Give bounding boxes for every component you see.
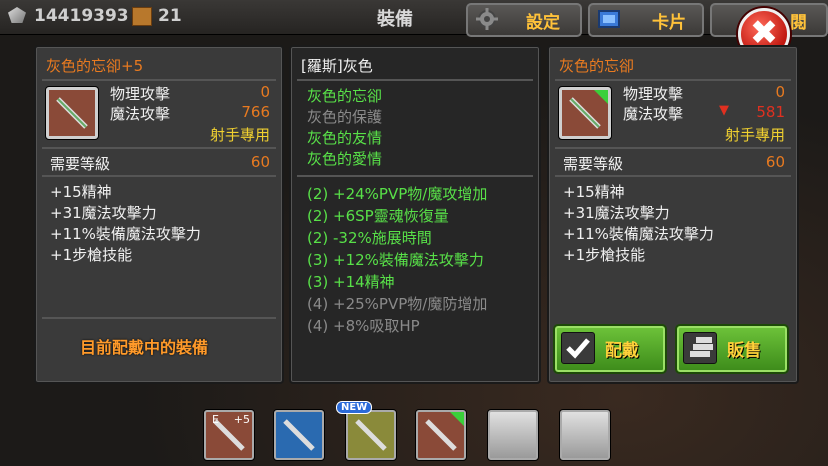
equip-label: 配戴: [605, 341, 639, 361]
magic-attack-label: 魔法攻擊: [110, 105, 171, 123]
stat-line: +11%裝備魔法攻擊力: [50, 225, 201, 243]
stat-line: +11%裝備魔法攻擊力: [563, 225, 714, 243]
set-bonus: (3) +14精神: [307, 273, 395, 291]
inventory-slot-empty[interactable]: [560, 410, 610, 460]
set-bonus: (2) +24%PVP物/魔攻增加: [307, 185, 488, 203]
page-title: 裝備: [377, 9, 413, 30]
set-bonus: (4) +8%吸取HP: [307, 317, 420, 335]
checkmark-icon: [561, 332, 595, 364]
set-bonus: (2) -32%施展時間: [307, 229, 432, 247]
stat-line: +15精神: [50, 183, 112, 201]
divider: [555, 175, 791, 177]
settings-label: 設定: [526, 13, 560, 33]
card-icon: [598, 10, 620, 28]
rifle-icon: [569, 90, 608, 129]
set-item: 灰色的忘卻: [307, 87, 383, 105]
required-level-label: 需要等級: [563, 155, 624, 173]
cards-button[interactable]: 卡片: [588, 3, 704, 37]
set-item: 灰色的愛情: [307, 150, 383, 168]
set-item: 灰色的保護: [307, 108, 383, 126]
class-restriction: 射手專用: [209, 126, 270, 144]
inventory-slot[interactable]: E +5: [204, 410, 254, 460]
stat-line: +1步槍技能: [563, 246, 646, 264]
divider: [42, 79, 276, 81]
phys-attack-value: 0: [775, 83, 785, 101]
item-icon: [559, 87, 611, 139]
gem-icon: [8, 7, 26, 23]
required-level-label: 需要等級: [50, 155, 111, 173]
e-marker: E: [212, 413, 219, 426]
set-bonus: (3) +12%裝備魔法攻擊力: [307, 251, 484, 269]
equipped-banner: 目前配戴中的裝備: [80, 338, 209, 357]
new-badge: NEW: [336, 401, 373, 414]
divider: [555, 79, 791, 81]
class-restriction: 射手專用: [724, 126, 785, 144]
divider: [42, 175, 276, 177]
set-info-panel: [羅斯]灰色 灰色的忘卻 灰色的保護 灰色的友情 灰色的愛情 (2) +24%P…: [289, 45, 541, 384]
set-bonus: (2) +6SP靈魂恢復量: [307, 207, 449, 225]
box-count: 21: [158, 6, 182, 26]
set-item: 灰色的友情: [307, 129, 383, 147]
item-name: 灰色的忘卻: [559, 57, 635, 75]
set-name: [羅斯]灰色: [301, 57, 373, 75]
divider: [42, 147, 276, 149]
item-icon: [46, 87, 98, 139]
decrease-arrow-icon: ▼: [719, 103, 729, 118]
magic-attack-label: 魔法攻擊: [623, 105, 684, 123]
coin-stack-icon: [683, 332, 717, 364]
rifle-icon: [56, 97, 88, 129]
upgrade-badge: +5: [233, 413, 250, 426]
gear-icon: [476, 8, 498, 30]
divider: [297, 79, 533, 81]
phys-attack-label: 物理攻擊: [623, 85, 684, 103]
rifle-icon: [355, 419, 387, 451]
divider: [297, 175, 533, 177]
item-name: 灰色的忘卻+5: [46, 57, 144, 75]
stat-line: +15精神: [563, 183, 625, 201]
magic-attack-value: 766: [241, 103, 270, 121]
inventory-slot[interactable]: [274, 410, 324, 460]
rifle-icon: [425, 412, 464, 451]
phys-attack-label: 物理攻擊: [110, 85, 171, 103]
divider: [555, 147, 791, 149]
required-level-value: 60: [765, 153, 785, 171]
magic-attack-value: 581: [756, 103, 785, 121]
current-item-panel: 灰色的忘卻+5 物理攻擊 0 魔法攻擊 766 射手專用 需要等級 60 +15…: [34, 45, 284, 384]
required-level-value: 60: [250, 153, 270, 171]
top-bar: 14419393 21 裝備 設定 卡片 閱: [0, 0, 828, 37]
coin-count: 14419393: [34, 6, 129, 26]
stat-line: +1步槍技能: [50, 246, 133, 264]
compare-item-panel: 灰色的忘卻 物理攻擊 0 魔法攻擊 ▼ 581 射手專用 需要等級 60 +15…: [547, 45, 799, 384]
treasure-box-icon: [132, 7, 152, 26]
phys-attack-value: 0: [260, 83, 270, 101]
settings-button[interactable]: 設定: [466, 3, 582, 37]
tab3-label: 閱: [790, 13, 807, 33]
equip-button[interactable]: 配戴: [553, 324, 667, 374]
divider: [42, 317, 276, 319]
inventory-slot-empty[interactable]: [488, 410, 538, 460]
set-bonus: (4) +25%PVP物/魔防增加: [307, 295, 488, 313]
inventory-slot[interactable]: [346, 410, 396, 460]
stat-line: +31魔法攻擊力: [50, 204, 157, 222]
sell-label: 販售: [727, 341, 761, 361]
inventory-slot[interactable]: [416, 410, 466, 460]
rifle-icon: [283, 419, 315, 451]
sell-button[interactable]: 販售: [675, 324, 789, 374]
cards-label: 卡片: [652, 13, 686, 33]
stat-line: +31魔法攻擊力: [563, 204, 670, 222]
